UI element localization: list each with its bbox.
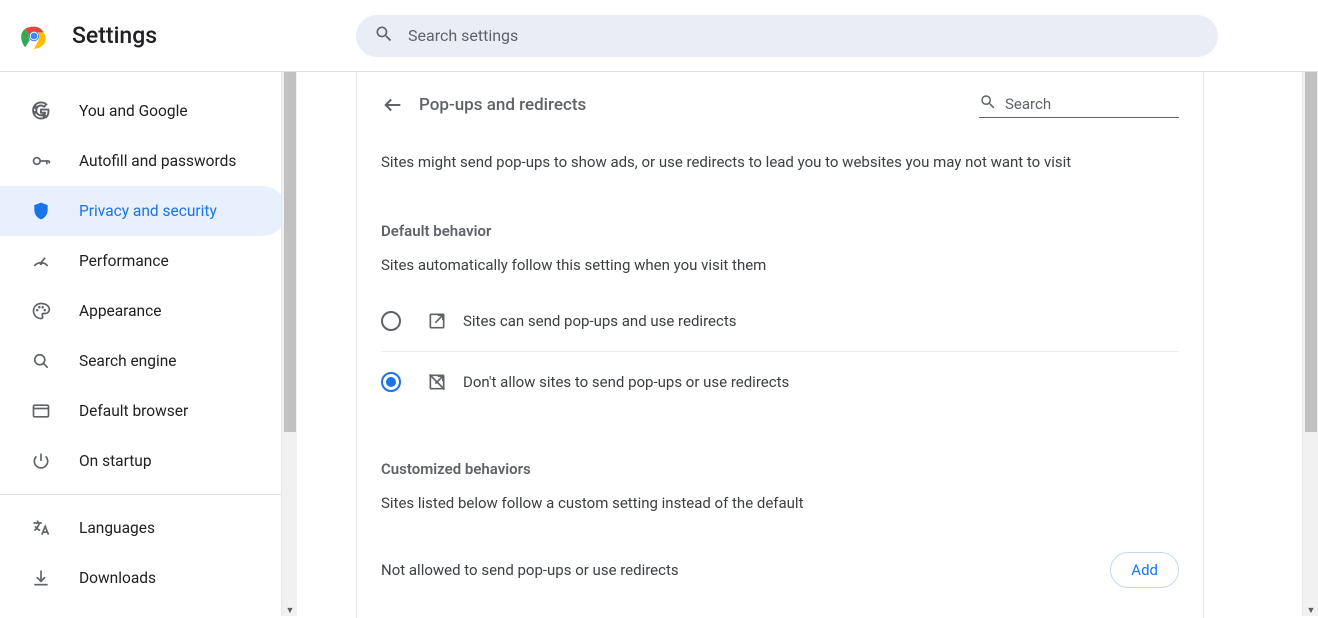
- sidebar-item-label: Downloads: [79, 569, 156, 587]
- main-scrollbar[interactable]: ▼: [1302, 72, 1318, 616]
- sidebar-item-privacy[interactable]: Privacy and security: [0, 186, 287, 236]
- option-label: Don't allow sites to send pop-ups or use…: [463, 373, 789, 391]
- sidebar-scrollbar[interactable]: ▼: [281, 72, 297, 616]
- sidebar-item-default-browser[interactable]: Default browser: [0, 386, 287, 436]
- sidebar-item-languages[interactable]: Languages: [0, 503, 287, 553]
- scroll-down-icon[interactable]: ▼: [285, 605, 295, 615]
- panel-header: Pop-ups and redirects: [381, 72, 1179, 138]
- sidebar-item-autofill[interactable]: Autofill and passwords: [0, 136, 287, 186]
- gauge-icon: [30, 250, 52, 272]
- custom-behavior-sub: Sites listed below follow a custom setti…: [381, 494, 1179, 512]
- search-icon: [30, 350, 52, 372]
- key-icon: [30, 150, 52, 172]
- settings-panel: Pop-ups and redirects Sites might send p…: [356, 72, 1204, 618]
- google-icon: [30, 100, 52, 122]
- sidebar-item-label: Appearance: [79, 302, 161, 320]
- sidebar-item-label: Default browser: [79, 402, 188, 420]
- radio-checked-icon: [381, 372, 401, 392]
- option-allow-popups[interactable]: Sites can send pop-ups and use redirects: [381, 292, 1179, 352]
- sidebar-item-downloads[interactable]: Downloads: [0, 553, 287, 603]
- palette-icon: [30, 300, 52, 322]
- app-header: Settings: [0, 0, 1318, 72]
- sidebar: You and Google Autofill and passwords Pr…: [0, 72, 298, 616]
- sidebar-item-label: Languages: [79, 519, 155, 537]
- search-icon: [979, 93, 1005, 115]
- scrollbar-thumb[interactable]: [1305, 72, 1317, 432]
- default-behavior-heading: Default behavior: [381, 222, 1179, 240]
- shield-icon: [30, 200, 52, 222]
- page-title: Settings: [72, 22, 157, 49]
- translate-icon: [30, 517, 52, 539]
- global-search-input[interactable]: [408, 26, 1200, 45]
- panel-description: Sites might send pop-ups to show ads, or…: [381, 152, 1179, 174]
- sidebar-divider: [0, 494, 297, 495]
- power-icon: [30, 450, 52, 472]
- add-button[interactable]: Add: [1110, 552, 1179, 588]
- panel-search-input[interactable]: [1005, 95, 1179, 113]
- main-content: Pop-ups and redirects Sites might send p…: [298, 72, 1318, 616]
- search-icon: [374, 24, 408, 48]
- sidebar-item-label: Privacy and security: [79, 202, 217, 220]
- open-in-new-blocked-icon: [427, 372, 447, 392]
- scroll-down-icon[interactable]: ▼: [1306, 605, 1316, 615]
- sidebar-item-you-and-google[interactable]: You and Google: [0, 86, 287, 136]
- panel-title: Pop-ups and redirects: [419, 95, 586, 115]
- chrome-logo-icon: [20, 22, 48, 50]
- browser-icon: [30, 400, 52, 422]
- sidebar-item-label: You and Google: [79, 102, 188, 120]
- open-in-new-icon: [427, 311, 447, 331]
- scrollbar-thumb[interactable]: [284, 72, 296, 432]
- sidebar-item-appearance[interactable]: Appearance: [0, 286, 287, 336]
- global-search[interactable]: [356, 15, 1218, 57]
- sidebar-item-startup[interactable]: On startup: [0, 436, 287, 486]
- sidebar-item-label: On startup: [79, 452, 152, 470]
- option-block-popups[interactable]: Don't allow sites to send pop-ups or use…: [381, 352, 1179, 412]
- custom-behavior-heading: Customized behaviors: [381, 460, 1179, 478]
- not-allowed-label: Not allowed to send pop-ups or use redir…: [381, 561, 679, 579]
- sidebar-item-label: Autofill and passwords: [79, 152, 236, 170]
- default-behavior-options: Sites can send pop-ups and use redirects…: [381, 292, 1179, 412]
- sidebar-item-label: Performance: [79, 252, 169, 270]
- sidebar-item-search-engine[interactable]: Search engine: [0, 336, 287, 386]
- arrow-left-icon: [382, 94, 404, 116]
- download-icon: [30, 567, 52, 589]
- sidebar-item-performance[interactable]: Performance: [0, 236, 287, 286]
- option-label: Sites can send pop-ups and use redirects: [463, 312, 736, 330]
- back-button[interactable]: [381, 93, 405, 117]
- sidebar-item-label: Search engine: [79, 352, 177, 370]
- not-allowed-list-row: Not allowed to send pop-ups or use redir…: [381, 552, 1179, 588]
- radio-unchecked-icon: [381, 311, 401, 331]
- panel-search[interactable]: [979, 93, 1179, 118]
- default-behavior-sub: Sites automatically follow this setting …: [381, 256, 1179, 274]
